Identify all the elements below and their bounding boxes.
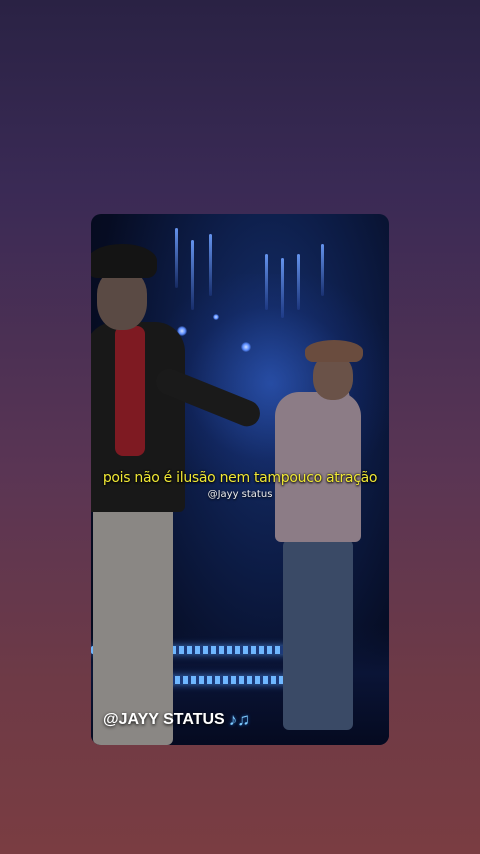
stage-light <box>265 254 268 310</box>
stage-light <box>281 258 284 318</box>
stage-light-spot <box>213 314 219 320</box>
performer-left-hat <box>91 244 157 278</box>
channel-watermark: @JAYY STATUS ♪♫ <box>103 710 250 730</box>
performer-right-pants <box>283 540 353 730</box>
performer-left-head <box>97 270 147 330</box>
performer-left-shirt <box>115 326 145 456</box>
performer-right-hat <box>305 340 363 362</box>
watermark-label: @JAYY STATUS <box>103 711 225 728</box>
stage-light <box>175 228 178 288</box>
stage-light <box>209 234 212 296</box>
music-notes-icon: ♪♫ <box>228 710 250 729</box>
stage-light <box>297 254 300 310</box>
stage-light <box>191 240 194 310</box>
video-player[interactable]: pois não é ilusão nem tampouco atração @… <box>91 214 389 745</box>
lyric-caption: pois não é ilusão nem tampouco atração <box>102 470 378 486</box>
stage-light-spot <box>241 342 251 352</box>
stage-light <box>321 244 324 296</box>
lyric-credit: @Jayy status <box>207 489 273 500</box>
